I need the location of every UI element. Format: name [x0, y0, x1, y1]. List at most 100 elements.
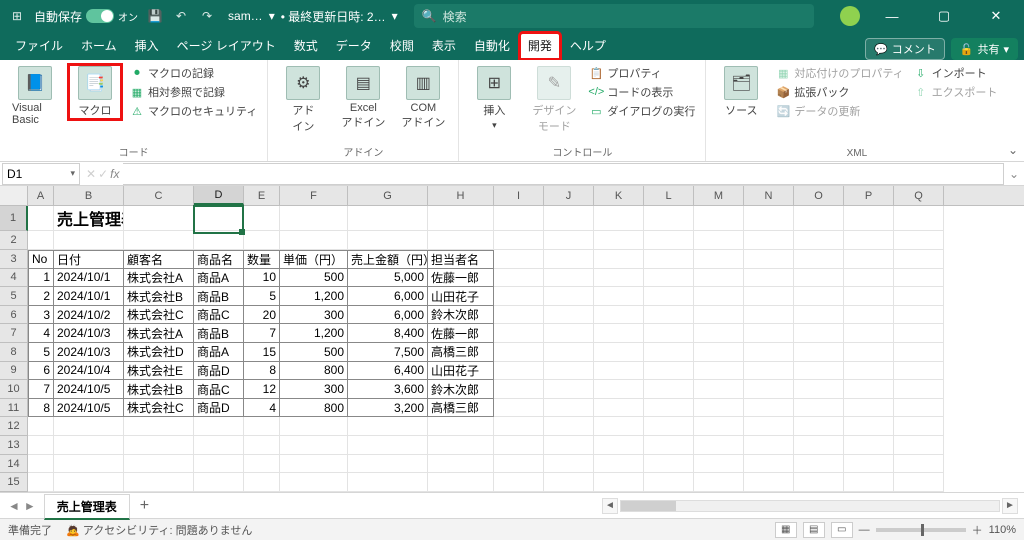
cell[interactable] [494, 455, 544, 474]
cell[interactable]: 6,400 [348, 362, 428, 381]
cell[interactable] [794, 269, 844, 288]
cell[interactable]: 商品C [194, 306, 244, 325]
cell[interactable] [644, 399, 694, 418]
zoom-in-icon[interactable]: ＋ [972, 522, 983, 538]
cell[interactable] [428, 417, 494, 436]
cell[interactable] [544, 231, 594, 250]
cell[interactable] [844, 436, 894, 455]
view-normal-icon[interactable]: ▦ [775, 522, 797, 538]
cell[interactable] [844, 417, 894, 436]
maximize-icon[interactable]: ▢ [924, 0, 964, 32]
cell[interactable] [894, 380, 944, 399]
record-macro-button[interactable]: ⏺マクロの記録 [128, 64, 259, 82]
cell[interactable]: 800 [280, 362, 348, 381]
cell[interactable]: 山田花子 [428, 362, 494, 381]
cell[interactable] [594, 269, 644, 288]
cell[interactable] [894, 399, 944, 418]
cell[interactable]: 商品A [194, 343, 244, 362]
cell[interactable] [744, 231, 794, 250]
column-header-G[interactable]: G [348, 186, 428, 205]
cell[interactable] [124, 231, 194, 250]
cell[interactable]: 株式会社B [124, 287, 194, 306]
cell[interactable] [594, 250, 644, 269]
cell[interactable] [744, 306, 794, 325]
cell[interactable]: 株式会社E [124, 362, 194, 381]
view-pagelayout-icon[interactable]: ▤ [803, 522, 825, 538]
cell[interactable] [348, 417, 428, 436]
cell[interactable]: 2024/10/1 [54, 287, 124, 306]
cell[interactable] [348, 206, 428, 231]
row-header[interactable]: 15 [0, 473, 28, 492]
tab-formulas[interactable]: 数式 [285, 32, 327, 60]
macro-security-button[interactable]: ⚠マクロのセキュリティ [128, 102, 259, 120]
name-box[interactable]: D1 ▾ [2, 163, 80, 185]
user-avatar[interactable] [840, 6, 860, 26]
cell[interactable] [594, 306, 644, 325]
cell[interactable]: 300 [280, 380, 348, 399]
cell[interactable] [594, 206, 644, 231]
cell[interactable] [244, 206, 280, 231]
cell[interactable] [54, 473, 124, 492]
cell[interactable] [494, 436, 544, 455]
cell[interactable] [594, 287, 644, 306]
column-header-I[interactable]: I [494, 186, 544, 205]
cell[interactable] [544, 206, 594, 231]
xml-source-button[interactable]: 🗂ソース [714, 64, 768, 120]
tab-developer[interactable]: 開発 [519, 32, 561, 60]
cell[interactable] [348, 231, 428, 250]
cell[interactable] [744, 399, 794, 418]
row-header[interactable]: 3 [0, 250, 28, 269]
cell[interactable] [54, 417, 124, 436]
refresh-data-button[interactable]: 🔄データの更新 [774, 102, 905, 120]
cell[interactable] [744, 324, 794, 343]
cell[interactable] [244, 455, 280, 474]
column-header-K[interactable]: K [594, 186, 644, 205]
cell[interactable]: 7 [28, 380, 54, 399]
cell[interactable] [494, 399, 544, 418]
cell[interactable] [794, 206, 844, 231]
cell[interactable] [348, 455, 428, 474]
cell[interactable] [844, 343, 894, 362]
zoom-level[interactable]: 110% [989, 524, 1016, 536]
comments-button[interactable]: 💬コメント [865, 38, 945, 60]
cell[interactable] [694, 250, 744, 269]
visual-basic-button[interactable]: 📘 Visual Basic [8, 64, 62, 128]
cell[interactable] [124, 473, 194, 492]
cell[interactable] [894, 306, 944, 325]
cell[interactable] [244, 436, 280, 455]
cell[interactable]: 数量 [244, 250, 280, 269]
cell[interactable] [594, 231, 644, 250]
cell[interactable]: 高橋三郎 [428, 343, 494, 362]
cell[interactable] [844, 362, 894, 381]
cell[interactable] [594, 473, 644, 492]
cell[interactable] [844, 380, 894, 399]
cell[interactable] [544, 343, 594, 362]
cell[interactable] [244, 473, 280, 492]
cell[interactable] [428, 206, 494, 231]
row-header[interactable]: 7 [0, 324, 28, 343]
cell[interactable] [794, 362, 844, 381]
cell[interactable]: 1,200 [280, 287, 348, 306]
cell[interactable] [744, 436, 794, 455]
save-icon[interactable]: 💾 [146, 7, 164, 25]
cell[interactable]: 株式会社C [124, 306, 194, 325]
cell[interactable]: 10 [244, 269, 280, 288]
cell[interactable] [348, 436, 428, 455]
cell[interactable] [494, 362, 544, 381]
cell[interactable] [494, 250, 544, 269]
cell[interactable] [194, 231, 244, 250]
cell[interactable] [894, 231, 944, 250]
design-mode-button[interactable]: ✎デザイン モード [527, 64, 581, 136]
cell[interactable]: 山田花子 [428, 287, 494, 306]
cell[interactable] [428, 473, 494, 492]
cell[interactable] [594, 417, 644, 436]
cell[interactable] [494, 287, 544, 306]
cell[interactable]: 鈴木次郎 [428, 306, 494, 325]
cell[interactable] [644, 362, 694, 381]
cell[interactable] [544, 269, 594, 288]
column-header-M[interactable]: M [694, 186, 744, 205]
cell[interactable]: 2024/10/5 [54, 380, 124, 399]
row-header[interactable]: 9 [0, 362, 28, 381]
column-header-O[interactable]: O [794, 186, 844, 205]
cell[interactable] [744, 362, 794, 381]
